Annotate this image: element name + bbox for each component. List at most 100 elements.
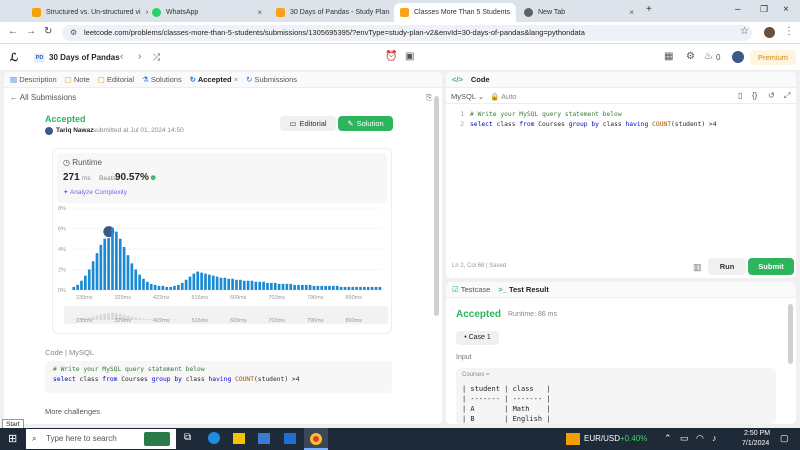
tab-description[interactable]: ▤ Description (10, 75, 57, 84)
clock-time[interactable]: 2:50 PM (744, 430, 770, 437)
runtime-bar[interactable] (246, 280, 250, 290)
user-avatar[interactable] (732, 51, 744, 63)
runtime-bar[interactable] (211, 275, 215, 290)
runtime-bar[interactable] (72, 286, 76, 290)
mail-icon[interactable] (284, 433, 296, 444)
runtime-bar[interactable] (297, 284, 300, 290)
file-explorer-icon[interactable] (233, 433, 245, 444)
profile-avatar[interactable] (764, 27, 775, 38)
reload-icon[interactable]: ↻ (44, 26, 52, 37)
minimize-icon[interactable]: – (735, 4, 741, 15)
runtime-bar[interactable] (359, 286, 362, 290)
runtime-bar[interactable] (293, 284, 296, 290)
runtime-bar[interactable] (169, 286, 172, 290)
prev-question-icon[interactable]: ‹ (120, 51, 123, 62)
runtime-bar[interactable] (339, 286, 343, 290)
runtime-bar[interactable] (351, 286, 355, 290)
leetcode-logo-icon[interactable]: ℒ (10, 51, 18, 64)
chart-mini-overview[interactable]: 235ms 329ms 422ms 516ms 609ms 703ms 796ms 890ms (64, 306, 388, 324)
runtime-bar[interactable] (184, 279, 188, 290)
runtime-bar[interactable] (304, 284, 308, 290)
share-icon[interactable]: ⎘ (426, 93, 432, 103)
runtime-bar[interactable] (200, 272, 203, 290)
solution-button[interactable]: ✎ Solution (338, 116, 393, 131)
windows-start-icon[interactable]: ⊞ (8, 432, 17, 445)
runtime-bar[interactable] (320, 285, 324, 290)
submit-button[interactable]: Submit (748, 258, 794, 275)
editorial-button[interactable]: ▭ Editorial (280, 116, 336, 131)
runtime-bar[interactable] (196, 271, 200, 290)
runtime-bar[interactable] (142, 278, 145, 290)
runtime-bar[interactable] (281, 283, 285, 290)
forward-icon[interactable]: → (26, 26, 36, 37)
premium-button[interactable]: Premium (750, 50, 796, 65)
runtime-bar[interactable] (126, 255, 130, 290)
browser-tab-1[interactable]: Structured vs. Un-structured vi × (26, 3, 148, 22)
runtime-bar[interactable] (223, 277, 227, 290)
runtime-bar[interactable] (277, 283, 281, 290)
runtime-bar[interactable] (262, 281, 265, 290)
runtime-bar[interactable] (254, 281, 258, 290)
browser-tab-3[interactable]: 30 Days of Pandas - Study Plan × (270, 3, 392, 22)
runtime-bar[interactable] (76, 284, 79, 290)
store-icon[interactable] (258, 433, 270, 444)
runtime-bar[interactable] (308, 284, 312, 290)
browser-tab-5[interactable]: New Tab × (518, 3, 640, 22)
runtime-bar[interactable] (215, 276, 219, 290)
runtime-bar[interactable] (118, 238, 122, 290)
runtime-bar[interactable] (363, 286, 366, 290)
run-button[interactable]: Run (708, 258, 746, 275)
runtime-bar[interactable] (134, 269, 138, 291)
runtime-bar[interactable] (111, 227, 114, 290)
network-icon[interactable]: ▭ (680, 433, 689, 444)
analyze-complexity-link[interactable]: ✦ Analyze Complexity (63, 188, 127, 196)
menu-dots-icon[interactable]: ⋮ (784, 26, 794, 37)
taskbar-search[interactable]: ⌕ Type here to search (26, 429, 176, 449)
runtime-bar[interactable] (138, 274, 141, 290)
bookmark-star-icon[interactable]: ☆ (740, 26, 749, 37)
tab-accepted[interactable]: ↻ Accepted × (190, 75, 238, 84)
runtime-bar[interactable] (312, 285, 316, 290)
plan-title[interactable]: 30 Days of Pandas (49, 53, 120, 62)
runtime-bar[interactable] (378, 286, 382, 290)
runtime-bar[interactable] (208, 274, 211, 290)
language-select[interactable]: MySQL ⌄ (451, 92, 484, 101)
runtime-bar[interactable] (316, 285, 320, 290)
tab-editorial[interactable]: ▢ Editorial (98, 75, 134, 84)
runtime-bar[interactable] (289, 283, 293, 290)
close-icon[interactable]: × (629, 8, 634, 17)
next-question-icon[interactable]: › (138, 51, 141, 62)
tab-submissions[interactable]: ↻ Submissions (246, 75, 297, 84)
runtime-bar[interactable] (285, 283, 289, 290)
task-view-icon[interactable]: ⧉ (184, 432, 191, 443)
fullscreen-icon[interactable]: ⤢ (784, 91, 790, 101)
runtime-bar[interactable] (130, 263, 134, 290)
close-icon[interactable]: × (234, 75, 238, 84)
runtime-bar[interactable] (273, 282, 277, 290)
runtime-bar[interactable] (343, 286, 347, 290)
browser-tab-4[interactable]: Classes More Than 5 Students × (394, 3, 516, 22)
runtime-bar[interactable] (146, 281, 149, 290)
runtime-bar[interactable] (192, 273, 196, 290)
notifications-icon[interactable]: ▢ (780, 433, 789, 444)
runtime-bar[interactable] (84, 275, 87, 290)
runtime-bar[interactable] (270, 282, 273, 290)
runtime-bar[interactable] (370, 286, 374, 290)
site-info-icon[interactable]: ⚙ (70, 25, 77, 41)
runtime-bar[interactable] (227, 278, 231, 290)
new-tab-icon[interactable]: + (646, 4, 652, 15)
runtime-bar[interactable] (355, 286, 358, 290)
username[interactable]: Tariq Nawaz (56, 127, 93, 134)
runtime-bar[interactable] (335, 285, 339, 290)
tab-note[interactable]: ▢ Note (65, 75, 90, 84)
edge-icon[interactable] (208, 432, 220, 444)
volume-icon[interactable]: ♪ (712, 433, 717, 443)
notes-icon[interactable]: ▣ (405, 51, 414, 62)
timer-icon[interactable]: ⏰ (385, 51, 397, 62)
runtime-bar[interactable] (122, 246, 126, 290)
runtime-bar[interactable] (80, 280, 83, 290)
all-submissions-link[interactable]: ← All Submissions (10, 93, 76, 102)
runtime-bar[interactable] (99, 244, 103, 290)
format-icon[interactable]: {} (752, 91, 757, 100)
runtime-bar[interactable] (347, 286, 351, 290)
